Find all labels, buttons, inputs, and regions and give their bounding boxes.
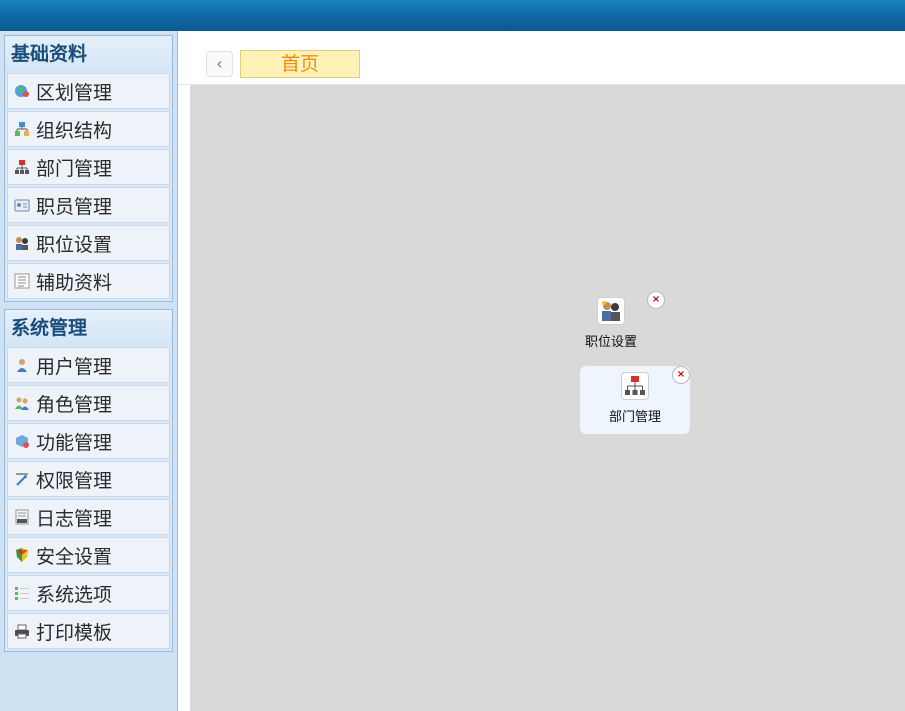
top-header-bar [0, 0, 905, 31]
employee-card-icon [14, 197, 30, 213]
sidebar-item-department[interactable]: 部门管理 [7, 149, 170, 185]
tab-bar: ‹ 首页 [178, 31, 905, 85]
sidebar-item-permission[interactable]: 权限管理 [7, 461, 170, 497]
sidebar: 基础资料 区划管理 组织结构 部门管理 职员管理 职位设置 辅助资料 系统管理 … [0, 31, 178, 711]
sidebar-item-label: 职员管理 [36, 195, 113, 218]
shield-icon [14, 547, 30, 563]
sidebar-item-label: 角色管理 [36, 393, 113, 416]
sidebar-group-basic-data: 基础资料 区划管理 组织结构 部门管理 职员管理 职位设置 辅助资料 [4, 35, 173, 302]
role-icon [14, 395, 30, 411]
sidebar-item-label: 部门管理 [36, 157, 113, 180]
printer-icon [14, 623, 30, 639]
user-icon [14, 357, 30, 373]
sidebar-item-label: 日志管理 [36, 507, 113, 530]
sidebar-item-user[interactable]: 用户管理 [7, 347, 170, 383]
sidebar-item-auxiliary[interactable]: 辅助资料 [7, 263, 170, 299]
region-icon [14, 83, 30, 99]
desktop-shortcut-position[interactable]: 职位设置 [574, 297, 648, 350]
sidebar-group-title: 系统管理 [5, 310, 172, 346]
sidebar-item-label: 打印模板 [36, 621, 113, 644]
org-structure-icon [14, 121, 30, 137]
sidebar-item-label: 职位设置 [36, 233, 113, 256]
sidebar-item-print-template[interactable]: 打印模板 [7, 613, 170, 649]
sidebar-item-region[interactable]: 区划管理 [7, 73, 170, 109]
department-icon [14, 159, 30, 175]
sidebar-item-label: 权限管理 [36, 469, 113, 492]
sidebar-item-security[interactable]: 安全设置 [7, 537, 170, 573]
department-icon [621, 372, 649, 400]
tab-scroll-left-button[interactable]: ‹ [206, 51, 233, 77]
sidebar-group-title: 基础资料 [5, 36, 172, 72]
sidebar-item-label: 系统选项 [36, 583, 113, 606]
sidebar-item-position[interactable]: 职位设置 [7, 225, 170, 261]
sidebar-item-role[interactable]: 角色管理 [7, 385, 170, 421]
permission-icon [14, 471, 30, 487]
sidebar-item-label: 辅助资料 [36, 271, 113, 294]
position-icon [597, 297, 625, 325]
shortcut-label: 职位设置 [584, 335, 637, 350]
desktop-area: 职位设置 × 部门管理 × [190, 85, 905, 711]
shortcut-close-button[interactable]: × [672, 366, 690, 384]
options-icon [14, 585, 30, 601]
sidebar-item-label: 功能管理 [36, 431, 113, 454]
log-icon [14, 509, 30, 525]
sidebar-item-label: 组织结构 [36, 119, 113, 142]
sidebar-item-label: 区划管理 [36, 81, 113, 104]
sidebar-item-options[interactable]: 系统选项 [7, 575, 170, 611]
shortcut-label: 部门管理 [608, 410, 661, 425]
position-icon [14, 235, 30, 251]
sidebar-item-org-structure[interactable]: 组织结构 [7, 111, 170, 147]
function-icon [14, 433, 30, 449]
sidebar-item-label: 用户管理 [36, 355, 113, 378]
sidebar-item-log[interactable]: 日志管理 [7, 499, 170, 535]
shortcut-close-button[interactable]: × [647, 291, 665, 309]
tab-home[interactable]: 首页 [240, 50, 360, 78]
sidebar-group-system: 系统管理 用户管理 角色管理 功能管理 权限管理 日志管理 安全设置 系统选项 … [4, 309, 173, 652]
list-icon [14, 273, 30, 289]
sidebar-item-function[interactable]: 功能管理 [7, 423, 170, 459]
sidebar-item-employee[interactable]: 职员管理 [7, 187, 170, 223]
sidebar-item-label: 安全设置 [36, 545, 113, 568]
